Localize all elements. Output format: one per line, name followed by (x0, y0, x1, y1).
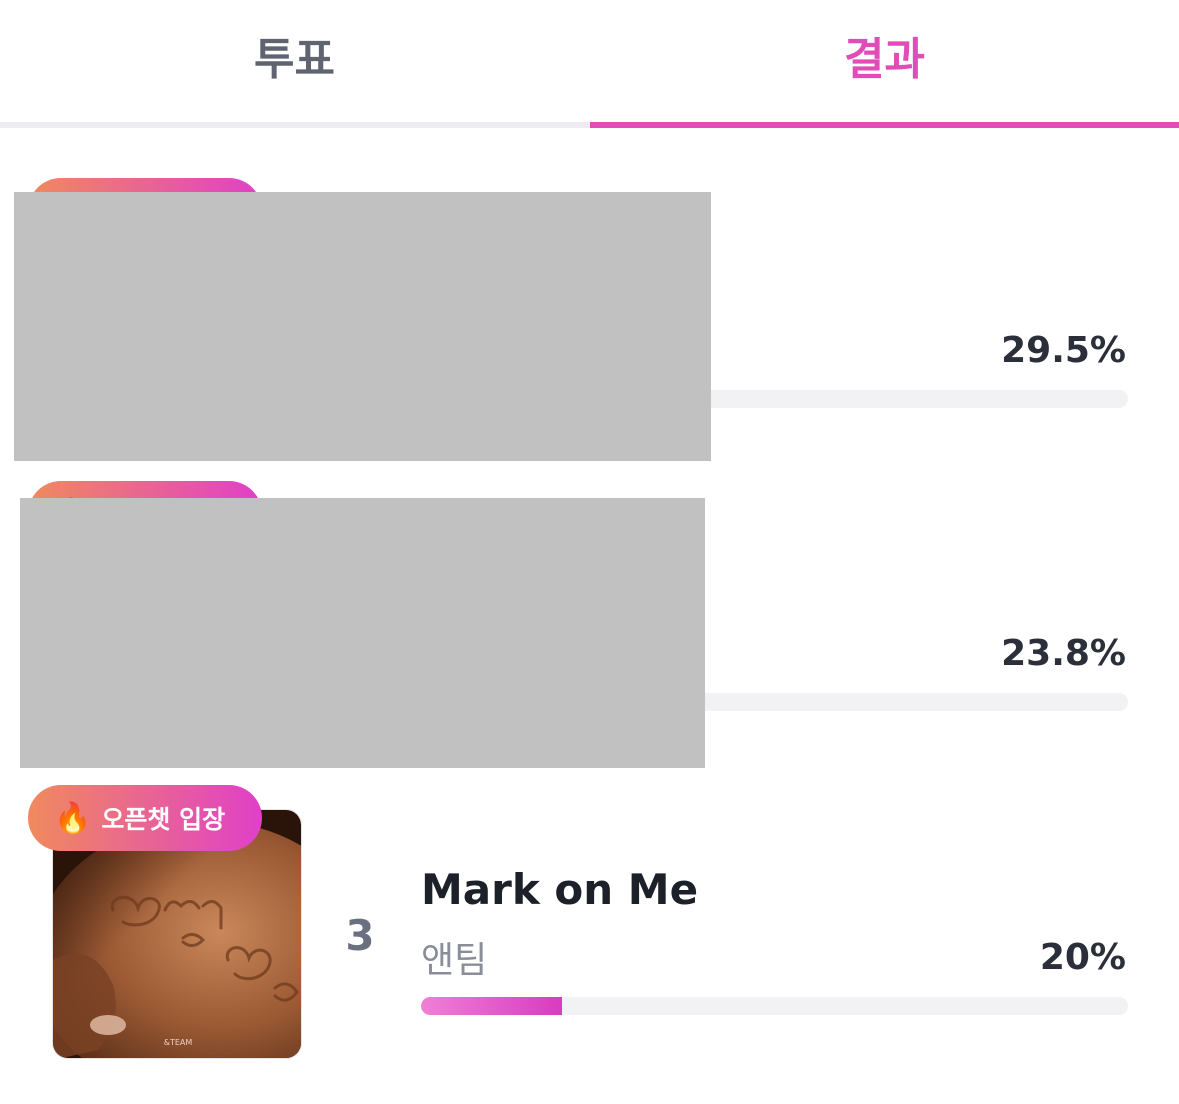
fire-icon: 🔥 (54, 800, 92, 836)
tab-result-underline (590, 122, 1179, 128)
vote-percent: 23.8% (1001, 633, 1126, 674)
redacted-area (14, 192, 711, 461)
tab-bar: 투표 결과 (0, 0, 1179, 128)
progress-track (421, 997, 1128, 1015)
open-chat-badge[interactable]: 🔥 오픈챗 입장 (28, 785, 262, 851)
progress-fill (421, 997, 563, 1015)
tab-vote-underline (0, 122, 590, 128)
rank-number: 3 (345, 911, 375, 960)
open-chat-badge-label: 오픈챗 입장 (101, 805, 226, 834)
song-title: Mark on Me (421, 865, 699, 914)
svg-text:&TEAM: &TEAM (164, 1038, 193, 1047)
result-item: &TEAM 🔥 오픈챗 입장 3 Mark on Me 앤팀 20% (0, 785, 1179, 1085)
vote-percent: 29.5% (1001, 330, 1126, 371)
tab-result[interactable]: 결과 (590, 0, 1179, 122)
vote-percent: 20% (1039, 937, 1126, 978)
redacted-area (20, 498, 705, 768)
artist-name: 앤팀 (421, 940, 488, 981)
tab-vote[interactable]: 투표 (0, 0, 589, 122)
